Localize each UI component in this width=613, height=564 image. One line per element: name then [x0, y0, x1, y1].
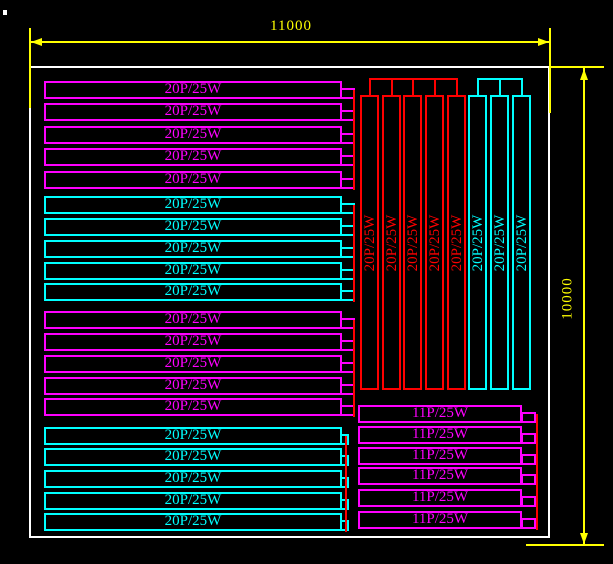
vertical-group-red-drop: [456, 78, 458, 95]
vertical-group-red-drop: [412, 78, 414, 95]
left-group-4-bar-label: 20P/25W: [44, 470, 342, 488]
vertical-group-cyan-bar-label: 20P/25W: [470, 188, 486, 298]
dim-v-ext-bottom: [526, 544, 604, 546]
left-group-3-bar-label: 20P/25W: [44, 377, 342, 395]
left-group-4-bar-label: 20P/25W: [44, 448, 342, 466]
dim-h-arrow-right-icon: [538, 38, 549, 46]
dim-h-arrow-left-icon: [31, 38, 42, 46]
bottom-right-group-stub: [521, 433, 536, 444]
left-group-2-bar-label: 20P/25W: [44, 196, 342, 214]
dim-v-arrow-up-icon: [580, 69, 588, 80]
bottom-right-group-stub: [521, 412, 536, 423]
vertical-group-cyan-bus: [477, 78, 523, 80]
bottom-right-group-stub: [521, 518, 536, 529]
vertical-group-red-drop: [369, 78, 371, 95]
vertical-group-red-drop: [434, 78, 436, 95]
vertical-group-red-drop: [391, 78, 393, 95]
bottom-right-group-stub: [521, 496, 536, 507]
vertical-group-cyan-drop: [521, 78, 523, 95]
bottom-right-group-bus: [536, 414, 538, 530]
left-group-4-bar-label: 20P/25W: [44, 427, 342, 445]
vertical-group-red-bar-label: 20P/25W: [362, 188, 378, 298]
bottom-right-group-bar-label: 11P/25W: [358, 426, 522, 444]
left-group-1-bar-label: 20P/25W: [44, 81, 342, 99]
bottom-right-group-stub: [521, 474, 536, 485]
left-group-4-bus: [345, 436, 347, 532]
bottom-right-group-stub: [521, 454, 536, 465]
plot-mark: [3, 10, 7, 15]
vertical-group-red-bar-label: 20P/25W: [405, 188, 421, 298]
vertical-group-cyan-bar-label: 20P/25W: [492, 188, 508, 298]
left-group-1-bar-label: 20P/25W: [44, 103, 342, 121]
bottom-right-group-bar-label: 11P/25W: [358, 489, 522, 507]
vertical-group-red-bar-label: 20P/25W: [427, 188, 443, 298]
bottom-right-group-bar-label: 11P/25W: [358, 447, 522, 465]
dim-v-line: [583, 67, 585, 545]
left-group-2-bar-label: 20P/25W: [44, 240, 342, 258]
dim-v-arrow-down-icon: [580, 533, 588, 544]
dim-v-ext-top: [551, 66, 604, 68]
bottom-right-group-bar-label: 11P/25W: [358, 405, 522, 423]
cad-drawing-canvas: 11000 10000 20P/25W 20P/25W 20P/25W 20P/25W…: [0, 0, 613, 564]
left-group-2-bus: [353, 205, 355, 302]
dim-height-label: 10000: [560, 253, 577, 345]
left-group-1-bar-label: 20P/25W: [44, 126, 342, 144]
left-group-1-bar-label: 20P/25W: [44, 148, 342, 166]
left-group-4-bar-label: 20P/25W: [44, 513, 342, 531]
vertical-group-cyan-drop: [477, 78, 479, 95]
dim-width-label: 11000: [246, 18, 336, 35]
vertical-group-red-bus: [369, 78, 458, 80]
vertical-group-red-bar-label: 20P/25W: [384, 188, 400, 298]
left-group-1-bar-label: 20P/25W: [44, 171, 342, 189]
bottom-right-group-bar-label: 11P/25W: [358, 511, 522, 529]
left-group-3-bar-label: 20P/25W: [44, 333, 342, 351]
dim-h-line: [30, 41, 550, 43]
vertical-group-red-bar-label: 20P/25W: [449, 188, 465, 298]
left-group-2-bar-label: 20P/25W: [44, 283, 342, 301]
left-group-2-bar-label: 20P/25W: [44, 262, 342, 280]
left-group-3-bus: [353, 320, 355, 417]
left-group-2-bar-label: 20P/25W: [44, 218, 342, 236]
vertical-group-cyan-bar-label: 20P/25W: [514, 188, 530, 298]
bottom-right-group-bar-label: 11P/25W: [358, 467, 522, 485]
vertical-group-cyan-drop: [499, 78, 501, 95]
left-group-3-bar-label: 20P/25W: [44, 355, 342, 373]
left-group-3-bar-label: 20P/25W: [44, 311, 342, 329]
left-group-1-bus: [353, 90, 355, 190]
left-group-3-bar-label: 20P/25W: [44, 398, 342, 416]
left-group-4-bar-label: 20P/25W: [44, 492, 342, 510]
